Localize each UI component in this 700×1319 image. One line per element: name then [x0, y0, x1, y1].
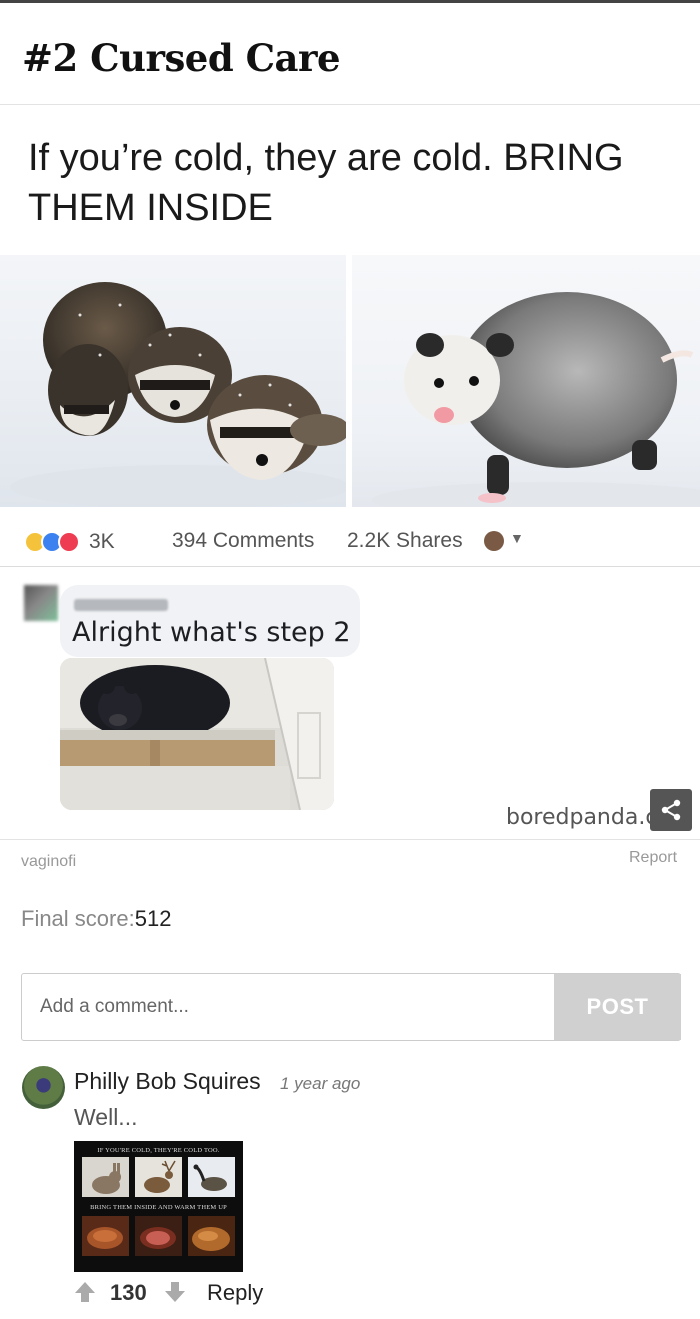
final-score: Final score:512	[21, 906, 171, 932]
meme-image[interactable]: If you’re cold, they are cold. BRING THE…	[0, 104, 700, 840]
roast-rabbit-picture	[82, 1216, 129, 1256]
goose-picture	[188, 1157, 235, 1197]
blurred-name	[74, 599, 168, 611]
avatar[interactable]	[22, 1066, 65, 1109]
fb-comment-text: Alright what's step 2	[72, 617, 351, 648]
meme-caption: If you’re cold, they are cold. BRING THE…	[28, 137, 624, 229]
reactions-bar[interactable]: 3K	[24, 529, 115, 555]
caret-down-icon: ▼	[510, 530, 524, 546]
divider	[0, 566, 700, 567]
upvote-icon[interactable]	[74, 1280, 96, 1304]
score-value: 512	[134, 906, 172, 931]
elk-picture	[135, 1157, 182, 1197]
raccoons-photo	[0, 255, 346, 507]
author-name[interactable]: vaginofi	[21, 853, 76, 871]
score-label: Final score:	[21, 906, 135, 931]
vote-count: 130	[110, 1280, 147, 1305]
downvote-icon[interactable]	[164, 1280, 186, 1304]
comment-image-caption-top: IF YOU'RE COLD, THEY'RE COLD TOO.	[97, 1147, 220, 1154]
reply-button[interactable]: Reply	[207, 1280, 263, 1306]
report-link[interactable]: Report	[629, 849, 677, 867]
opossum-photo	[352, 255, 700, 507]
rabbit-picture	[82, 1157, 129, 1197]
reaction-count: 3K	[89, 530, 115, 553]
fb-shares-count: 2.2K Shares	[347, 529, 463, 552]
roast-goose-picture	[188, 1216, 235, 1256]
post-title: #2 Cursed Care	[22, 36, 341, 80]
comment-form: POST	[21, 973, 681, 1041]
comment-image[interactable]: IF YOU'RE COLD, THEY'RE COLD TOO. BRING …	[74, 1141, 243, 1272]
roast-beef-picture	[135, 1216, 182, 1256]
comment-time: 1 year ago	[280, 1074, 361, 1093]
share-icon	[661, 799, 681, 821]
sharer-avatar-icon	[484, 531, 504, 551]
blurred-avatar	[24, 585, 58, 621]
share-button[interactable]	[650, 789, 692, 831]
love-reaction-icon	[58, 531, 80, 553]
comment-image-caption-bottom: BRING THEM INSIDE AND WARM THEM UP	[90, 1204, 227, 1211]
bear-in-closet-photo	[60, 658, 334, 810]
comment-author[interactable]: Philly Bob Squires	[74, 1068, 261, 1095]
post-button[interactable]: POST	[554, 974, 681, 1040]
comment-text: Well...	[74, 1104, 138, 1130]
fb-comments-count: 394 Comments	[172, 529, 315, 552]
top-border	[0, 0, 700, 3]
fb-comment-bubble: Alright what's step 2	[60, 585, 360, 657]
comment-input[interactable]	[22, 974, 554, 1040]
